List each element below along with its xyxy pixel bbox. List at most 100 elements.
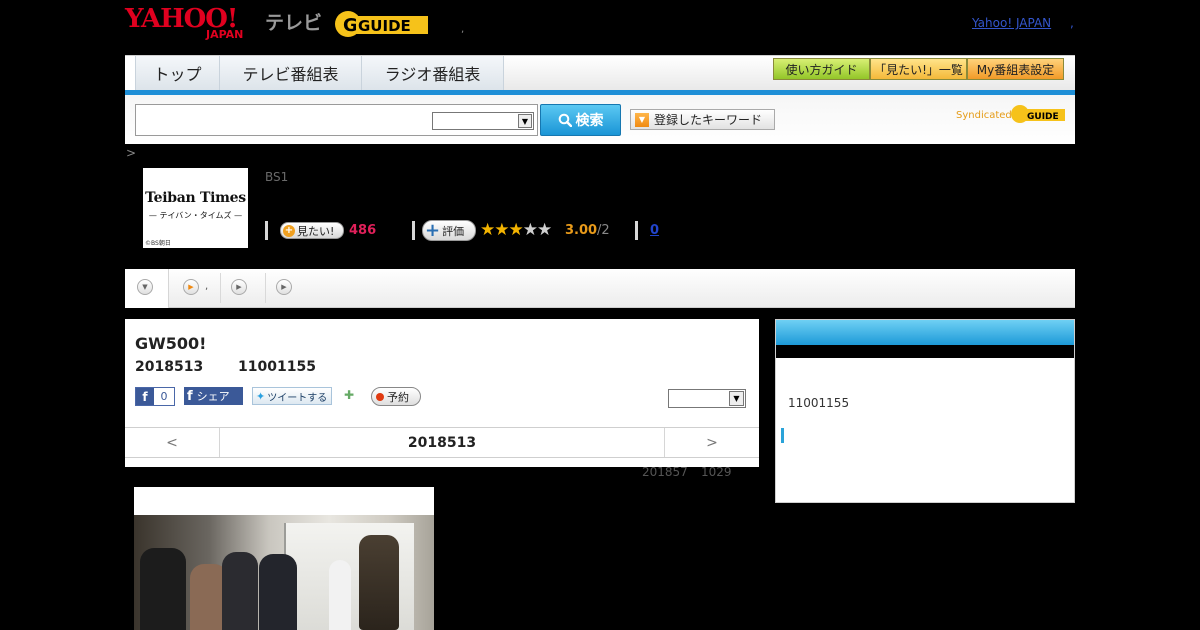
chevron-down-icon: ▼ (729, 391, 744, 406)
thumbnail-title: Teiban Times (145, 190, 246, 206)
tweet-label: ツイートする (267, 392, 328, 404)
star-filled-icon: ★ (494, 220, 509, 240)
want-to-watch-count: 486 (349, 223, 377, 238)
search-category-select[interactable]: ▼ (432, 112, 534, 130)
stat-divider (265, 221, 268, 240)
gguide-logo-text: GUIDE (358, 17, 411, 35)
saved-keywords-button[interactable]: ▼ 登録したキーワード (630, 109, 775, 130)
yahoo-japan-link-suffix: , (1070, 16, 1074, 30)
tab-top[interactable]: トップ (135, 56, 220, 90)
plus-icon: + (425, 219, 441, 241)
facebook-like-button[interactable]: f 0 (135, 387, 175, 406)
search-bar: ▼ 検索 ▼ 登録したキーワード Syndicated GUIDE (125, 95, 1075, 144)
tab-divider (265, 273, 266, 303)
rating-stars: ★★★★★ (480, 220, 552, 240)
yahoo-japan-link[interactable]: Yahoo! JAPAN (972, 16, 1051, 30)
bookmark-add-icon[interactable]: ✚ (344, 388, 358, 404)
watchlist-button[interactable]: 「見たい!」一覧 (870, 58, 967, 80)
play-icon[interactable]: ▶ (276, 279, 292, 295)
search-button-label: 検索 (575, 113, 604, 129)
chevron-down-icon: ▼ (137, 279, 153, 295)
play-icon[interactable]: ▶ (231, 279, 247, 295)
svg-text:G: G (343, 15, 358, 36)
gguide-logo[interactable]: G GUIDE (334, 8, 434, 40)
facebook-icon: f (136, 388, 154, 405)
facebook-icon: f (187, 388, 193, 404)
record-reserve-button[interactable]: 予約 (371, 387, 421, 406)
tv-label[interactable]: テレビ (265, 8, 322, 35)
side-panel-time: 11001155 (788, 396, 850, 410)
syndicated-label: Syndicated (956, 110, 1012, 121)
thumbnail-copyright: ©BS朝日 (145, 240, 171, 247)
program-thumbnail: Teiban Times — テイバン・タイムズ — ©BS朝日 (143, 168, 248, 248)
syndicated-logo-text: GUIDE (1027, 112, 1059, 122)
star-empty-icon: ★ (537, 220, 552, 240)
syndicated-gguide-logo: GUIDE (1010, 102, 1068, 130)
current-date: 2018513 (407, 434, 477, 451)
guide-button[interactable]: 使い方ガイド (773, 58, 870, 80)
date-navigation: < 2018513 > (125, 427, 759, 458)
facebook-share-button[interactable]: f シェア (184, 387, 243, 405)
plus-icon: + (283, 224, 295, 237)
nav-edge (125, 56, 135, 90)
my-listings-settings-button[interactable]: My番組表設定 (967, 58, 1064, 80)
stat-divider (635, 221, 638, 240)
main-nav: トップ テレビ番組表 ラジオ番組表 使い方ガイド 「見たい!」一覧 My番組表設… (125, 55, 1075, 90)
person-figure (329, 560, 351, 630)
record-icon (376, 392, 384, 401)
tab-radio-listings[interactable]: ラジオ番組表 (362, 56, 504, 90)
program-date: 2018513 (135, 359, 204, 375)
program-action-select[interactable]: ▼ (668, 389, 746, 408)
yahoo-logo-sub: JAPAN (206, 28, 244, 41)
person-figure (259, 554, 297, 630)
chevron-down-icon: ▼ (635, 112, 649, 127)
next-date-button[interactable]: > (664, 428, 759, 457)
thumbnail-subtitle: — テイバン・タイムズ — (148, 211, 243, 220)
rating-count: /2 (597, 223, 610, 238)
person-figure (140, 548, 186, 630)
facebook-share-label: シェア (196, 390, 230, 403)
search-button[interactable]: 検索 (540, 104, 621, 136)
previous-date-button[interactable]: < (125, 428, 220, 457)
program-tabstrip: ▼ ▶ ▶ ▶ (125, 269, 1075, 308)
breadcrumb[interactable]: > (126, 146, 136, 160)
tab-active[interactable]: ▼ (125, 269, 169, 308)
update-date: 201857 (642, 465, 688, 479)
armor-figure (359, 535, 399, 630)
star-filled-icon: ★ (508, 220, 524, 240)
rate-button[interactable]: + 評価 (422, 220, 476, 241)
program-title: GW500! (135, 334, 207, 353)
star-empty-icon: ★ (522, 220, 538, 240)
stat-divider (412, 221, 415, 240)
side-panel-header (776, 320, 1074, 345)
program-detail-panel: GW500! 2018513 11001155 f 0 f シェア ✦ ツイート… (125, 319, 759, 467)
side-panel-marker (781, 428, 784, 443)
saved-keywords-label: 登録したキーワード (654, 113, 763, 127)
comment-count-link[interactable]: 0 (650, 223, 659, 238)
person-figure (222, 552, 258, 630)
want-to-watch-button[interactable]: + 見たい! (280, 222, 344, 239)
update-time: 1029 (701, 465, 732, 479)
tab-tv-listings[interactable]: テレビ番組表 (220, 56, 362, 90)
program-time: 11001155 (238, 359, 316, 375)
channel-name: BS1 (265, 170, 289, 184)
side-panel: 11001155 (775, 319, 1075, 503)
header-dot: , (461, 24, 465, 35)
facebook-like-count: 0 (160, 390, 168, 403)
chevron-down-icon: ▼ (518, 114, 532, 128)
star-filled-icon: ★ (480, 220, 495, 240)
reserve-label: 予約 (387, 390, 409, 404)
play-icon[interactable]: ▶ (183, 279, 199, 295)
program-photo (134, 515, 434, 630)
side-panel-band (776, 345, 1074, 358)
search-icon (558, 113, 572, 127)
tab-dot: , (205, 281, 209, 292)
tab-divider (220, 273, 221, 303)
tweet-button[interactable]: ✦ ツイートする (252, 387, 332, 405)
page: YAHOO! JAPAN テレビ G GUIDE , Yahoo! JAPAN … (0, 0, 1200, 630)
rate-label: 評価 (442, 224, 465, 238)
program-image (134, 487, 434, 630)
twitter-bird-icon: ✦ (256, 389, 266, 403)
rating-value: 3.00 (565, 223, 598, 238)
want-to-watch-label: 見たい! (297, 224, 335, 238)
